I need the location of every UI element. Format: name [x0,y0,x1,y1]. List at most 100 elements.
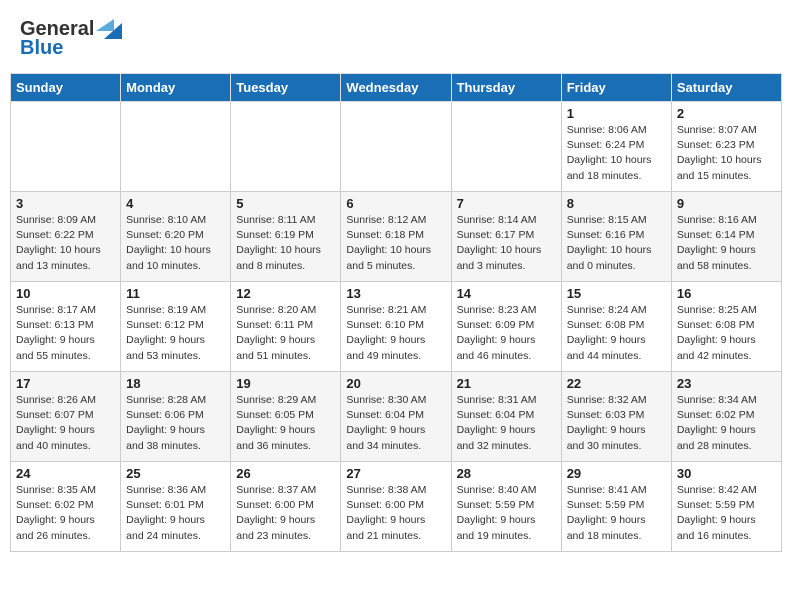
day-number: 29 [567,466,666,481]
day-cell: 8Sunrise: 8:15 AM Sunset: 6:16 PM Daylig… [561,192,671,282]
day-info: Sunrise: 8:41 AM Sunset: 5:59 PM Dayligh… [567,483,666,544]
day-info: Sunrise: 8:29 AM Sunset: 6:05 PM Dayligh… [236,393,335,454]
day-number: 30 [677,466,776,481]
day-number: 27 [346,466,445,481]
day-number: 7 [457,196,556,211]
day-number: 25 [126,466,225,481]
day-number: 10 [16,286,115,301]
day-cell: 3 Sunrise: 8:09 AM Sunset: 6:22 PM Daylig… [11,192,121,282]
day-info: Sunrise: 8:10 AM Sunset: 6:20 PM Dayligh… [126,213,225,274]
day-info: Sunrise: 8:07 AM Sunset: 6:23 PM Dayligh… [677,123,776,184]
day-cell: 19 Sunrise: 8:29 AM Sunset: 6:05 PM Dayli… [231,372,341,462]
day-info: Sunrise: 8:34 AM Sunset: 6:02 PM Dayligh… [677,393,776,454]
day-cell: 28 Sunrise: 8:40 AM Sunset: 5:59 PM Dayli… [451,462,561,552]
day-number: 13 [346,286,445,301]
day-cell: 9Sunrise: 8:16 AM Sunset: 6:14 PM Daylig… [671,192,781,282]
day-info: Sunrise: 8:11 AM Sunset: 6:19 PM Dayligh… [236,213,335,274]
day-cell: 22 Sunrise: 8:32 AM Sunset: 6:03 PM Dayli… [561,372,671,462]
day-info: Sunrise: 8:15 AM Sunset: 6:16 PM Dayligh… [567,213,666,274]
day-info: Sunrise: 8:35 AM Sunset: 6:02 PM Dayligh… [16,483,115,544]
day-number: 18 [126,376,225,391]
day-cell: 26 Sunrise: 8:37 AM Sunset: 6:00 PM Dayli… [231,462,341,552]
day-header-wednesday: Wednesday [341,74,451,102]
calendar-table: SundayMondayTuesdayWednesdayThursdayFrid… [10,73,782,552]
day-number: 3 [16,196,115,211]
day-number: 16 [677,286,776,301]
day-number: 12 [236,286,335,301]
day-header-monday: Monday [121,74,231,102]
day-info: Sunrise: 8:25 AM Sunset: 6:08 PM Dayligh… [677,303,776,364]
day-cell: 2 Sunrise: 8:07 AM Sunset: 6:23 PM Daylig… [671,102,781,192]
week-row-1: 1Sunrise: 8:06 AM Sunset: 6:24 PM Daylig… [11,102,782,192]
day-header-thursday: Thursday [451,74,561,102]
day-cell: 14 Sunrise: 8:23 AM Sunset: 6:09 PM Dayli… [451,282,561,372]
day-cell: 11 Sunrise: 8:19 AM Sunset: 6:12 PM Dayli… [121,282,231,372]
day-info: Sunrise: 8:19 AM Sunset: 6:12 PM Dayligh… [126,303,225,364]
day-cell: 18 Sunrise: 8:28 AM Sunset: 6:06 PM Dayli… [121,372,231,462]
day-info: Sunrise: 8:21 AM Sunset: 6:10 PM Dayligh… [346,303,445,364]
day-cell [121,102,231,192]
day-number: 2 [677,106,776,121]
day-cell [451,102,561,192]
day-number: 23 [677,376,776,391]
day-info: Sunrise: 8:28 AM Sunset: 6:06 PM Dayligh… [126,393,225,454]
day-cell: 21 Sunrise: 8:31 AM Sunset: 6:04 PM Dayli… [451,372,561,462]
day-number: 17 [16,376,115,391]
day-info: Sunrise: 8:38 AM Sunset: 6:00 PM Dayligh… [346,483,445,544]
day-info: Sunrise: 8:14 AM Sunset: 6:17 PM Dayligh… [457,213,556,274]
day-info: Sunrise: 8:16 AM Sunset: 6:14 PM Dayligh… [677,213,776,274]
day-cell: 16 Sunrise: 8:25 AM Sunset: 6:08 PM Dayli… [671,282,781,372]
day-header-saturday: Saturday [671,74,781,102]
day-info: Sunrise: 8:12 AM Sunset: 6:18 PM Dayligh… [346,213,445,274]
day-number: 24 [16,466,115,481]
day-cell: 7 Sunrise: 8:14 AM Sunset: 6:17 PM Daylig… [451,192,561,282]
day-number: 14 [457,286,556,301]
day-cell: 30 Sunrise: 8:42 AM Sunset: 5:59 PM Dayli… [671,462,781,552]
day-cell: 17Sunrise: 8:26 AM Sunset: 6:07 PM Dayli… [11,372,121,462]
logo-icon [96,19,122,41]
day-info: Sunrise: 8:36 AM Sunset: 6:01 PM Dayligh… [126,483,225,544]
day-cell [341,102,451,192]
day-cell: 29 Sunrise: 8:41 AM Sunset: 5:59 PM Dayli… [561,462,671,552]
day-cell: 24 Sunrise: 8:35 AM Sunset: 6:02 PM Dayli… [11,462,121,552]
day-cell: 5 Sunrise: 8:11 AM Sunset: 6:19 PM Daylig… [231,192,341,282]
day-cell: 1Sunrise: 8:06 AM Sunset: 6:24 PM Daylig… [561,102,671,192]
day-number: 1 [567,106,666,121]
day-header-friday: Friday [561,74,671,102]
day-info: Sunrise: 8:32 AM Sunset: 6:03 PM Dayligh… [567,393,666,454]
week-row-2: 3 Sunrise: 8:09 AM Sunset: 6:22 PM Daylig… [11,192,782,282]
day-info: Sunrise: 8:24 AM Sunset: 6:08 PM Dayligh… [567,303,666,364]
day-number: 26 [236,466,335,481]
page-header: General Blue [10,10,782,65]
day-cell: 10Sunrise: 8:17 AM Sunset: 6:13 PM Dayli… [11,282,121,372]
week-row-5: 24 Sunrise: 8:35 AM Sunset: 6:02 PM Dayli… [11,462,782,552]
day-info: Sunrise: 8:09 AM Sunset: 6:22 PM Dayligh… [16,213,115,274]
week-row-4: 17Sunrise: 8:26 AM Sunset: 6:07 PM Dayli… [11,372,782,462]
day-info: Sunrise: 8:40 AM Sunset: 5:59 PM Dayligh… [457,483,556,544]
day-cell: 15Sunrise: 8:24 AM Sunset: 6:08 PM Dayli… [561,282,671,372]
day-cell: 25 Sunrise: 8:36 AM Sunset: 6:01 PM Dayli… [121,462,231,552]
day-number: 11 [126,286,225,301]
day-cell: 27 Sunrise: 8:38 AM Sunset: 6:00 PM Dayli… [341,462,451,552]
day-number: 28 [457,466,556,481]
day-number: 6 [346,196,445,211]
day-number: 21 [457,376,556,391]
day-cell: 13 Sunrise: 8:21 AM Sunset: 6:10 PM Dayli… [341,282,451,372]
day-info: Sunrise: 8:37 AM Sunset: 6:00 PM Dayligh… [236,483,335,544]
day-info: Sunrise: 8:30 AM Sunset: 6:04 PM Dayligh… [346,393,445,454]
day-info: Sunrise: 8:42 AM Sunset: 5:59 PM Dayligh… [677,483,776,544]
day-cell [11,102,121,192]
calendar-header-row: SundayMondayTuesdayWednesdayThursdayFrid… [11,74,782,102]
day-cell: 6 Sunrise: 8:12 AM Sunset: 6:18 PM Daylig… [341,192,451,282]
day-info: Sunrise: 8:31 AM Sunset: 6:04 PM Dayligh… [457,393,556,454]
day-cell: 20Sunrise: 8:30 AM Sunset: 6:04 PM Dayli… [341,372,451,462]
day-cell: 12 Sunrise: 8:20 AM Sunset: 6:11 PM Dayli… [231,282,341,372]
day-info: Sunrise: 8:23 AM Sunset: 6:09 PM Dayligh… [457,303,556,364]
day-number: 22 [567,376,666,391]
day-info: Sunrise: 8:20 AM Sunset: 6:11 PM Dayligh… [236,303,335,364]
logo: General Blue [20,20,122,60]
day-cell: 23 Sunrise: 8:34 AM Sunset: 6:02 PM Dayli… [671,372,781,462]
day-number: 19 [236,376,335,391]
day-number: 5 [236,196,335,211]
day-header-tuesday: Tuesday [231,74,341,102]
